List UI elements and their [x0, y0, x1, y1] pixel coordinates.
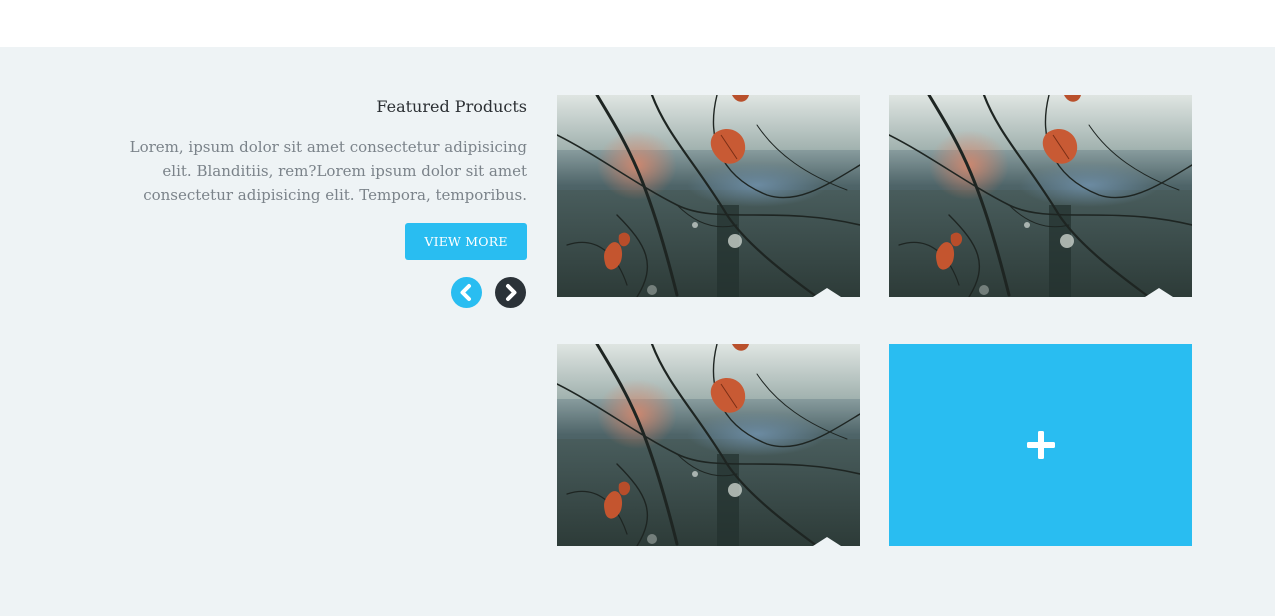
product-card[interactable] [557, 344, 860, 546]
plus-icon [1026, 431, 1055, 459]
product-card[interactable] [557, 95, 860, 297]
product-photo [889, 95, 1192, 297]
chevron-left-icon [460, 284, 471, 301]
top-header-bar [0, 0, 1275, 47]
product-photo [557, 95, 860, 297]
card-notch [1145, 288, 1173, 297]
featured-title: Featured Products [376, 97, 527, 116]
product-photo [557, 344, 860, 546]
view-more-button[interactable]: VIEW MORE [405, 223, 527, 260]
add-product-button[interactable] [889, 344, 1192, 546]
card-notch [813, 288, 841, 297]
product-card[interactable] [889, 95, 1192, 297]
featured-intro: Featured Products Lorem, ipsum dolor sit… [100, 96, 527, 207]
chevron-right-icon [506, 284, 517, 301]
carousel-prev-button[interactable] [451, 277, 482, 308]
card-notch [813, 537, 841, 546]
carousel-next-button[interactable] [495, 277, 526, 308]
featured-description: Lorem, ipsum dolor sit amet consectetur … [129, 138, 527, 204]
